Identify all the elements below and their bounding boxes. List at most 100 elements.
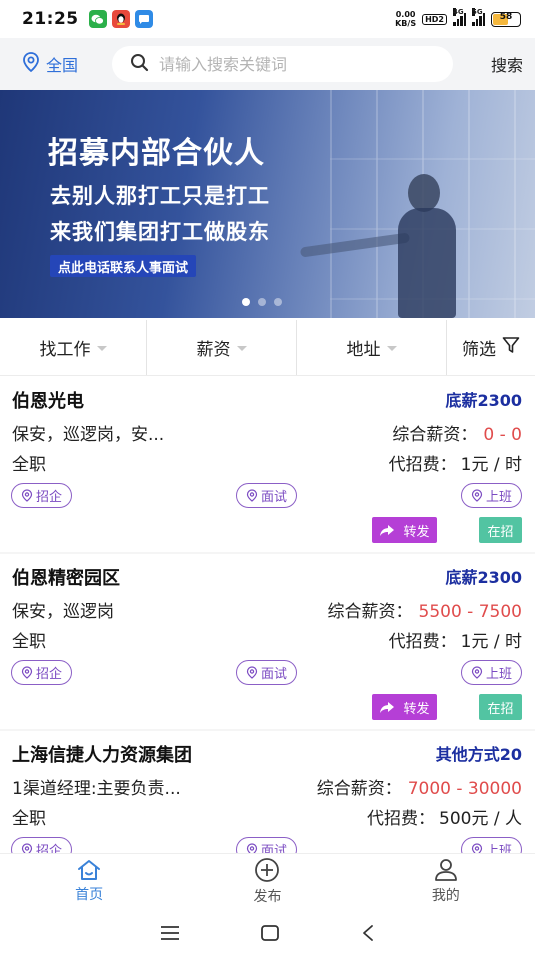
location-pin-icon [246, 666, 258, 679]
tag-work[interactable]: 上班 [460, 837, 522, 853]
filter-salary[interactable]: 薪资 [147, 320, 297, 375]
filter-label: 地址 [346, 340, 381, 360]
location-pin-icon [246, 489, 258, 502]
tag-work[interactable]: 上班 [460, 660, 522, 685]
filter-screen[interactable]: 筛选 [447, 320, 535, 375]
banner-line-1: 去别人那打工只是打工 [50, 184, 270, 208]
tag-recruit-company[interactable]: 招企 [11, 660, 73, 685]
job-fee: 代招费： 500元 / 人 [367, 809, 522, 829]
banner-line-2: 来我们集团打工做股东 [50, 220, 270, 244]
location-pin-icon [471, 489, 483, 502]
job-company: 伯恩光电 [12, 391, 84, 412]
filter-label: 薪资 [196, 340, 231, 360]
job-type: 全职 [12, 455, 46, 475]
job-positions: 1渠道经理:主要负责... [12, 779, 181, 799]
search-box[interactable] [112, 46, 454, 82]
tab-label: 首页 [75, 887, 104, 903]
status-badge: 在招 [479, 694, 522, 720]
location-pin-icon [21, 843, 33, 853]
status-badge: 在招 [479, 517, 522, 543]
tag-recruit-company[interactable]: 招企 [11, 483, 73, 508]
job-card[interactable]: 伯恩光电 底薪2300 保安，巡逻岗，安... 综合薪资： 0 - 0 全职 代招… [0, 377, 535, 552]
tab-label: 我的 [431, 888, 460, 904]
filter-bar: 找工作 薪资 地址 筛选 [0, 320, 535, 376]
location-pin-icon [471, 843, 483, 853]
user-icon [434, 859, 457, 881]
job-card[interactable]: 伯恩精密园区 底薪2300 保安，巡逻岗 综合薪资： 5500 - 7500 全职… [0, 554, 535, 729]
home-icon [78, 860, 101, 880]
job-card[interactable]: 上海信捷人力资源集团 其他方式20 1渠道经理:主要负责... 综合薪资： 700… [0, 731, 535, 853]
job-type: 全职 [12, 809, 46, 829]
job-base-pay: 其他方式20 [435, 745, 522, 764]
job-positions: 保安，巡逻岗 [12, 602, 114, 622]
job-company: 上海信捷人力资源集团 [12, 745, 192, 766]
status-app-icons [88, 10, 153, 28]
job-base-pay: 底薪2300 [445, 568, 522, 587]
tab-publish[interactable]: 发布 [178, 854, 356, 909]
tag-interview[interactable]: 面试 [236, 837, 298, 853]
caret-down-icon [236, 346, 247, 351]
signal-icon-4g: 4G [453, 8, 466, 26]
banner-dot[interactable] [274, 298, 282, 306]
job-fee: 代招费： 1元 / 时 [388, 455, 522, 475]
status-time: 21:25 [22, 9, 79, 29]
tab-mine[interactable]: 我的 [357, 854, 535, 909]
location-pin-icon [22, 52, 40, 76]
filter-label: 筛选 [462, 340, 496, 360]
top-search-bar: 全国 搜索 [0, 38, 535, 90]
battery-icon: 58 [491, 11, 521, 27]
tab-home[interactable]: 首页 [0, 854, 178, 909]
filter-label: 找工作 [39, 340, 91, 360]
search-button[interactable]: 搜索 [491, 52, 523, 76]
banner-pagination [242, 298, 282, 306]
location-label: 全国 [46, 56, 79, 75]
share-button[interactable]: 转发 [372, 517, 437, 543]
qq-icon [111, 10, 130, 28]
caret-down-icon [96, 346, 107, 351]
wechat-icon [88, 10, 107, 28]
banner-dot[interactable] [258, 298, 266, 306]
banner-title: 招募内部合伙人 [48, 136, 265, 171]
menu-icon[interactable] [160, 925, 180, 945]
system-nav-bar [0, 909, 535, 961]
tag-interview[interactable]: 面试 [236, 483, 298, 508]
bottom-tab-bar: 首页 发布 我的 [0, 853, 535, 909]
location-selector[interactable]: 全国 [22, 52, 78, 76]
network-speed: 0.00 KB/S [395, 10, 417, 28]
tag-interview[interactable]: 面试 [236, 660, 298, 685]
plus-circle-icon [255, 858, 280, 882]
home-square-icon[interactable] [260, 924, 280, 946]
search-input[interactable] [159, 54, 430, 74]
location-pin-icon [471, 666, 483, 679]
job-salary: 综合薪资： 7000 - 30000 [316, 779, 522, 799]
location-pin-icon [246, 843, 258, 853]
caret-down-icon [386, 346, 397, 351]
tag-recruit-company[interactable]: 招企 [11, 837, 73, 853]
tag-work[interactable]: 上班 [460, 483, 522, 508]
share-button[interactable]: 转发 [372, 694, 437, 720]
share-arrow-icon [380, 701, 395, 713]
banner-contact-tag[interactable]: 点此电话联系人事面试 [50, 255, 197, 277]
banner-person-head [408, 174, 440, 212]
job-base-pay: 底薪2300 [445, 391, 522, 410]
location-pin-icon [21, 666, 33, 679]
filter-job[interactable]: 找工作 [0, 320, 147, 375]
location-pin-icon [21, 489, 33, 502]
promo-banner[interactable]: 招募内部合伙人 去别人那打工只是打工 来我们集团打工做股东 点此电话联系人事面试 [0, 90, 535, 318]
funnel-icon [502, 336, 520, 359]
hd-badge: HD2 [422, 13, 447, 25]
status-bar: 21:25 0.00 KB/S HD2 4G 5G 58 [0, 0, 535, 38]
share-arrow-icon [380, 524, 395, 536]
job-salary: 综合薪资： 5500 - 7500 [327, 602, 522, 622]
message-icon [134, 10, 153, 28]
banner-dot[interactable] [242, 298, 250, 306]
search-icon [130, 53, 149, 76]
banner-person [398, 208, 456, 318]
job-positions: 保安，巡逻岗，安... [12, 425, 165, 445]
job-fee: 代招费： 1元 / 时 [388, 632, 522, 652]
back-icon[interactable] [361, 924, 375, 946]
filter-address[interactable]: 地址 [297, 320, 447, 375]
job-list[interactable]: 伯恩光电 底薪2300 保安，巡逻岗，安... 综合薪资： 0 - 0 全职 代招… [0, 377, 535, 853]
signal-icon-5g: 5G [472, 8, 485, 26]
job-salary: 综合薪资： 0 - 0 [392, 425, 522, 445]
